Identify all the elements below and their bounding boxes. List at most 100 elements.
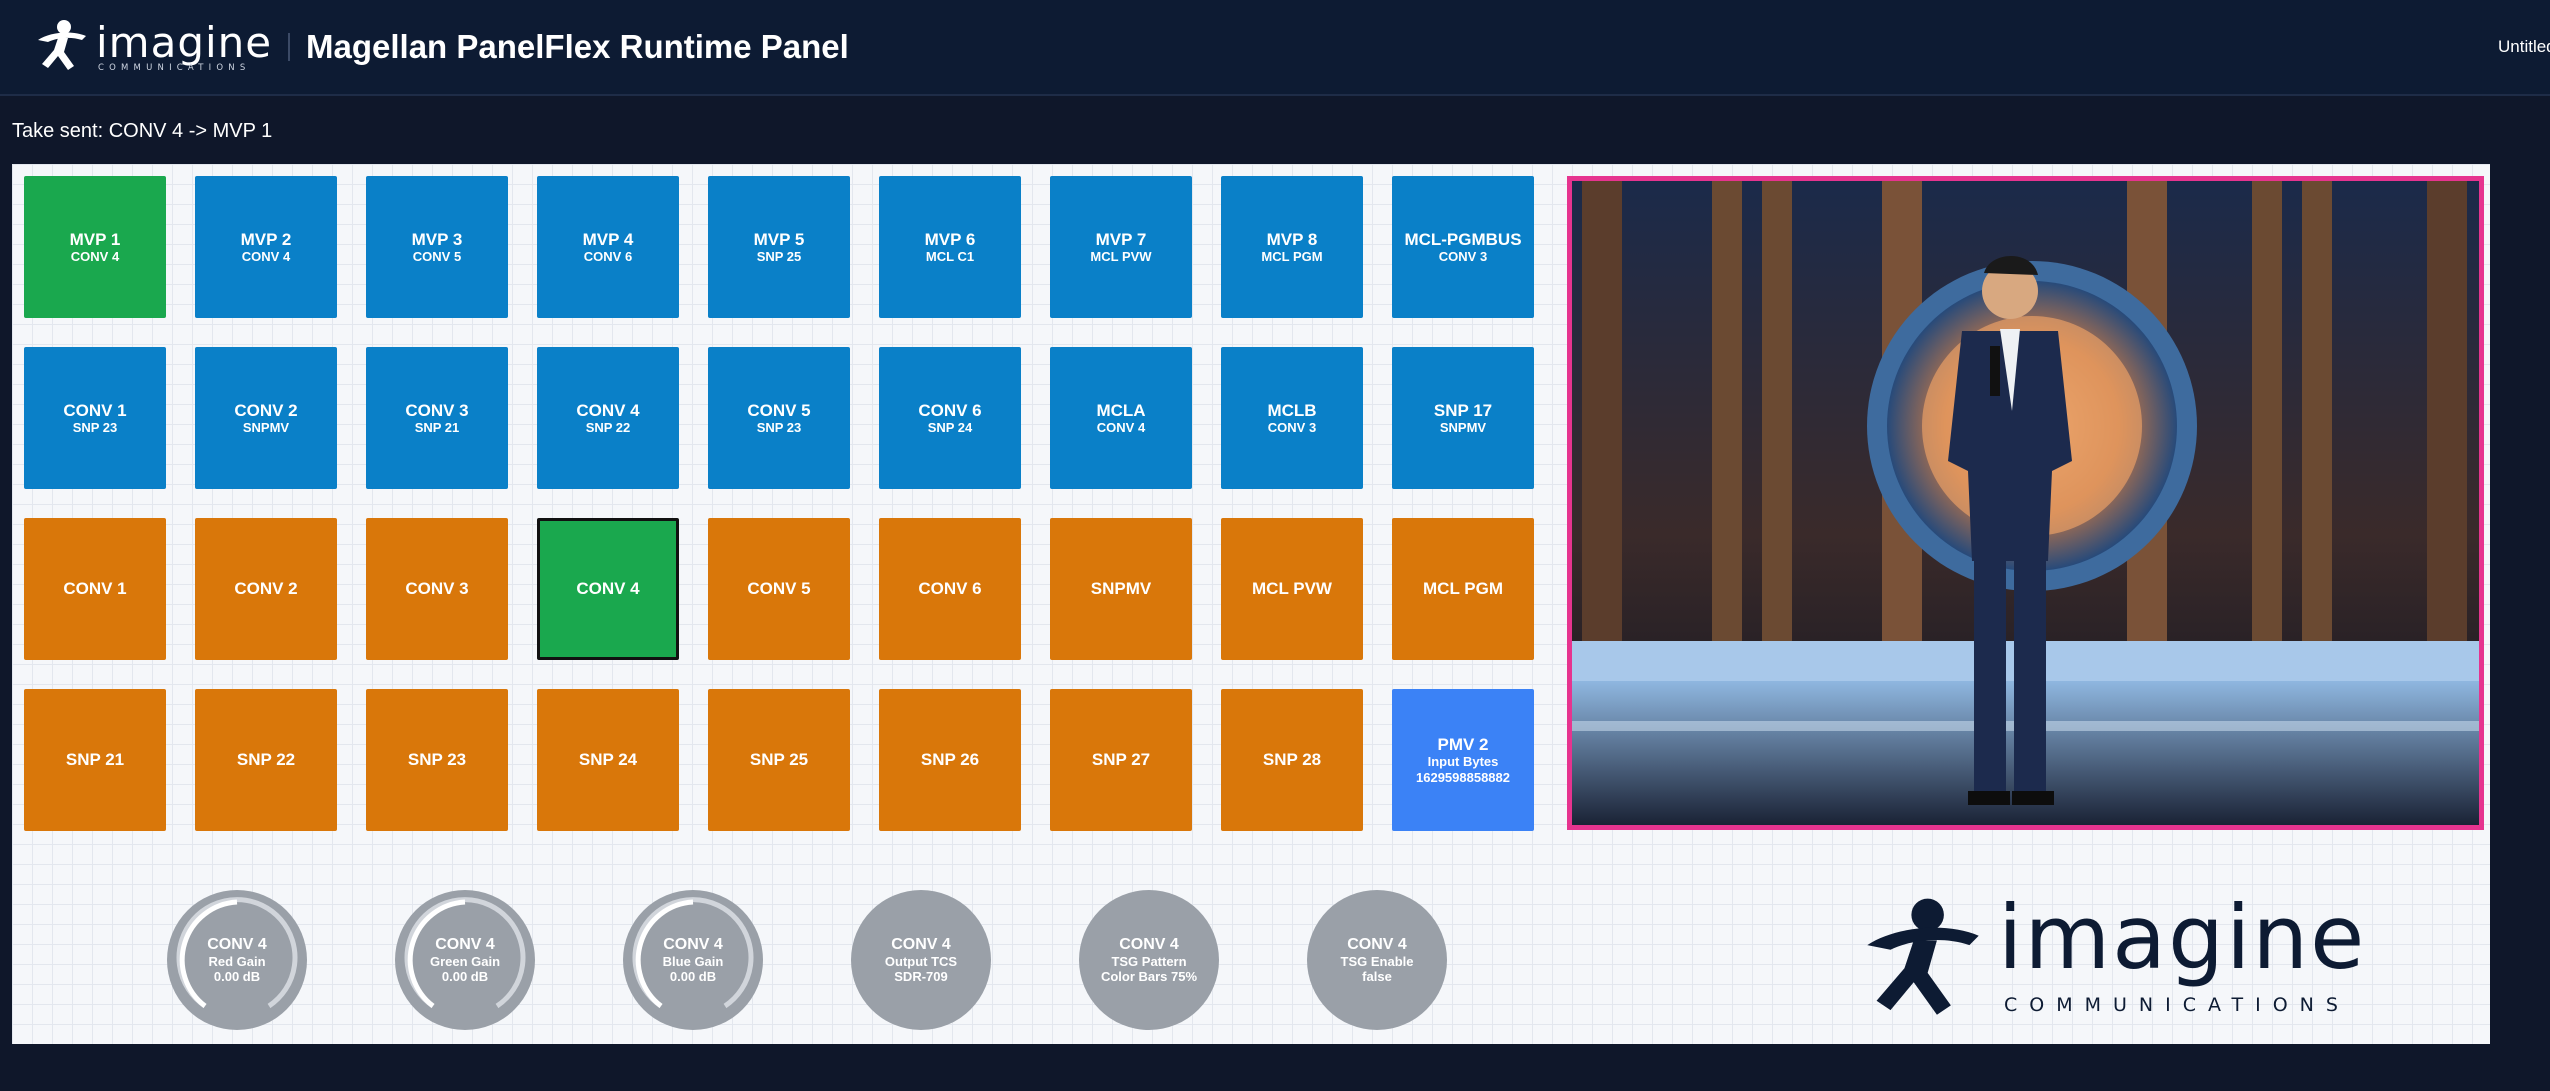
source-button-conv-3[interactable]: CONV 3 [366,518,508,660]
tsg-enable-knob[interactable]: CONV 4 TSG Enable false [1307,890,1447,1030]
tsg-pattern-knob[interactable]: CONV 4 TSG Pattern Color Bars 75% [1079,890,1219,1030]
knob-value: 0.00 dB [669,969,717,984]
green-gain-knob[interactable]: CONV 4 Green Gain 0.00 dB [395,890,535,1030]
button-conv-2-dest[interactable]: CONV 2 SNPMV [195,347,337,489]
button-mcla[interactable]: MCLA CONV 4 [1050,347,1192,489]
knob-title: CONV 4 [663,936,723,953]
button-label: CONV 2 [234,400,298,420]
source-button-conv-2[interactable]: CONV 2 [195,518,337,660]
button-label: SNP 24 [578,750,638,769]
button-label: MVP 5 [753,229,805,249]
pmv-value: 1629598858882 [1416,769,1510,785]
source-button-snp-23[interactable]: SNP 23 [366,689,508,831]
source-button-snp-28[interactable]: SNP 28 [1221,689,1363,831]
button-mvp-7[interactable]: MVP 7 MCL PVW [1050,176,1192,318]
source-button-conv-5[interactable]: CONV 5 [708,518,850,660]
source-button-snp-24[interactable]: SNP 24 [537,689,679,831]
red-gain-knob[interactable]: CONV 4 Red Gain 0.00 dB [167,890,307,1030]
button-mvp-1[interactable]: MVP 1 CONV 4 [24,176,166,318]
header-divider [288,33,290,61]
button-label: MCLA [1096,400,1146,420]
button-label: CONV 3 [405,579,469,598]
app-header: imagine COMMUNICATIONS Magellan PanelFle… [0,0,2550,96]
brand-subtext: COMMUNICATIONS [2004,994,2350,1016]
button-label: MCL-PGMBUS [1404,229,1522,249]
button-label: SNP 28 [1262,750,1322,769]
button-label: MVP 2 [240,229,292,249]
button-sublabel: SNP 23 [756,419,802,435]
knob-value: false [1362,969,1392,984]
pmv-input-bytes-display[interactable]: PMV 2 Input Bytes 1629598858882 [1392,689,1534,831]
knob-value: SDR-709 [894,969,948,984]
source-button-mcl-pgm[interactable]: MCL PGM [1392,518,1534,660]
imagine-logo: imagine COMMUNICATIONS [34,16,271,76]
button-mvp-6[interactable]: MVP 6 MCL C1 [879,176,1021,318]
button-mclb[interactable]: MCLB CONV 3 [1221,347,1363,489]
button-label: MVP 4 [582,229,634,249]
knob-param: Output TCS [884,954,958,969]
button-sublabel: SNP 21 [414,419,460,435]
source-button-snp-21[interactable]: SNP 21 [24,689,166,831]
button-mvp-2[interactable]: MVP 2 CONV 4 [195,176,337,318]
button-label: MCLB [1267,400,1317,420]
source-button-snpmv[interactable]: SNPMV [1050,518,1192,660]
source-button-snp-27[interactable]: SNP 27 [1050,689,1192,831]
button-mvp-4[interactable]: MVP 4 CONV 6 [537,176,679,318]
button-sublabel: MCL C1 [925,248,975,264]
button-sublabel: SNPMV [242,419,290,435]
pmv-param: Input Bytes [1427,753,1499,769]
button-label: CONV 2 [234,579,298,598]
button-snp-17[interactable]: SNP 17 SNPMV [1392,347,1534,489]
button-label: CONV 6 [918,400,982,420]
button-sublabel: SNP 24 [927,419,973,435]
button-conv-1-dest[interactable]: CONV 1 SNP 23 [24,347,166,489]
figure-icon [1867,898,1979,1015]
button-label: SNP 21 [65,750,125,769]
button-label: CONV 6 [918,579,982,598]
button-label: SNP 23 [407,750,467,769]
button-label: SNP 22 [236,750,296,769]
button-conv-5-dest[interactable]: CONV 5 SNP 23 [708,347,850,489]
logo-subtext: COMMUNICATIONS [98,63,251,73]
button-sublabel: SNPMV [1439,419,1487,435]
document-name[interactable]: Untitled [2498,37,2550,57]
status-message: Take sent: CONV 4 -> MVP 1 [12,120,273,142]
button-sublabel: CONV 6 [583,248,633,264]
button-label: CONV 5 [747,579,811,598]
button-conv-6-dest[interactable]: CONV 6 SNP 24 [879,347,1021,489]
blue-gain-knob[interactable]: CONV 4 Blue Gain 0.00 dB [623,890,763,1030]
logo-wordmark: imagine [96,18,273,67]
button-mvp-3[interactable]: MVP 3 CONV 5 [366,176,508,318]
button-label: CONV 1 [63,400,127,420]
source-button-mcl-pvw[interactable]: MCL PVW [1221,518,1363,660]
button-sublabel: SNP 25 [756,248,802,264]
button-sublabel: MCL PGM [1261,248,1323,264]
button-label: SNPMV [1090,579,1152,598]
figure-icon [38,20,86,70]
video-preview[interactable] [1567,176,2484,830]
button-sublabel: CONV 4 [70,248,120,264]
knob-title: CONV 4 [435,936,495,953]
source-button-snp-22[interactable]: SNP 22 [195,689,337,831]
source-button-snp-26[interactable]: SNP 26 [879,689,1021,831]
button-label: SNP 17 [1433,400,1493,420]
button-label: CONV 4 [576,579,640,598]
button-mvp-5[interactable]: MVP 5 SNP 25 [708,176,850,318]
button-conv-3-dest[interactable]: CONV 3 SNP 21 [366,347,508,489]
button-label: MVP 6 [924,229,976,249]
button-mcl-pgmbus[interactable]: MCL-PGMBUS CONV 3 [1392,176,1534,318]
source-button-conv-1[interactable]: CONV 1 [24,518,166,660]
button-label: CONV 3 [405,400,469,420]
button-sublabel: CONV 3 [1438,248,1488,264]
knob-param: Green Gain [429,954,501,969]
button-label: MCL PVW [1252,579,1332,598]
knob-title: CONV 4 [891,936,951,953]
button-conv-4-dest[interactable]: CONV 4 SNP 22 [537,347,679,489]
source-button-conv-4[interactable]: CONV 4 [537,518,679,660]
button-mvp-8[interactable]: MVP 8 MCL PGM [1221,176,1363,318]
knob-title: CONV 4 [1119,936,1179,953]
source-button-conv-6[interactable]: CONV 6 [879,518,1021,660]
output-tcs-knob[interactable]: CONV 4 Output TCS SDR-709 [851,890,991,1030]
source-button-snp-25[interactable]: SNP 25 [708,689,850,831]
stage-presenter-image [1572,181,2479,825]
